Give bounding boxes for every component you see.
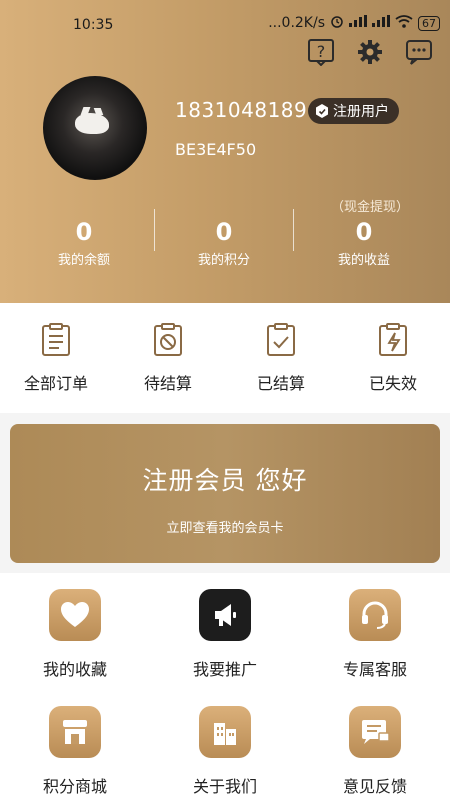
headset-icon (349, 589, 401, 641)
menu-label: 我的收藏 (42, 660, 107, 679)
order-tab-pending[interactable]: 待结算 (118, 323, 218, 394)
alarm-icon (330, 14, 344, 32)
wifi-icon (395, 14, 413, 32)
order-tab-expired[interactable]: 已失效 (343, 323, 443, 394)
order-label: 全部订单 (23, 374, 88, 393)
member-card-banner[interactable]: 注册会员 您好 立即查看我的会员卡 (10, 424, 440, 563)
message-icon[interactable] (404, 37, 434, 67)
order-section: 全部订单 待结算 已结算 已失效 (0, 303, 450, 413)
menu-label: 专属客服 (342, 660, 407, 679)
svg-text:?: ? (317, 42, 326, 61)
menu-label: 关于我们 (192, 777, 257, 796)
settings-icon[interactable] (355, 37, 385, 67)
cash-withdraw-link[interactable]: （现金提现） (331, 196, 409, 215)
store-icon (49, 706, 101, 758)
menu-label: 我要推广 (192, 660, 257, 679)
signal-hd-icon (372, 15, 390, 31)
help-icon[interactable]: ? (306, 37, 336, 67)
order-list-icon (42, 323, 70, 356)
buildings-icon (199, 706, 251, 758)
stat-label: 我的余额 (57, 253, 110, 268)
banner-title: 注册会员 您好 (142, 466, 308, 495)
avatar-cat-image (75, 113, 109, 134)
feedback-icon (349, 706, 401, 758)
stat-earnings[interactable]: 0 我的收益 (289, 218, 439, 268)
profile-header: 10:35 ...0.2K/s 67 ? 18310481896 注册用户 BE… (0, 0, 450, 303)
status-time: 10:35 (73, 17, 114, 33)
menu-label: 意见反馈 (342, 777, 407, 796)
stat-points[interactable]: 0 我的积分 (149, 218, 299, 268)
user-phone: 18310481896 (175, 98, 321, 122)
signal-icon (349, 15, 367, 31)
stat-value: 0 (355, 218, 373, 246)
banner-subtitle: 立即查看我的会员卡 (166, 521, 284, 536)
order-tab-settled[interactable]: 已结算 (231, 323, 331, 394)
badge-label: 注册用户 (333, 104, 389, 120)
menu-favorites[interactable]: 我的收藏 (0, 589, 150, 680)
order-label: 已失效 (368, 374, 417, 393)
stat-label: 我的收益 (337, 253, 390, 268)
net-speed: ...0.2K/s (268, 15, 325, 31)
menu-label: 积分商城 (42, 777, 107, 796)
header-actions: ? (306, 37, 434, 67)
stat-balance[interactable]: 0 我的余额 (9, 218, 159, 268)
stat-value: 0 (215, 218, 233, 246)
battery-indicator: 67 (418, 15, 440, 31)
settled-icon (267, 323, 295, 356)
order-label: 已结算 (256, 374, 305, 393)
user-code: BE3E4F50 (175, 140, 257, 159)
menu-feedback[interactable]: 意见反馈 (300, 706, 450, 797)
order-label: 待结算 (143, 374, 192, 393)
status-indicators: ...0.2K/s 67 (268, 14, 440, 32)
avatar[interactable] (43, 76, 147, 180)
badge-icon (316, 104, 328, 118)
megaphone-icon (199, 589, 251, 641)
menu-customer-service[interactable]: 专属客服 (300, 589, 450, 680)
stat-value: 0 (75, 218, 93, 246)
heart-icon (49, 589, 101, 641)
stat-label: 我的积分 (197, 253, 250, 268)
menu-about-us[interactable]: 关于我们 (150, 706, 300, 797)
expired-icon (379, 323, 407, 356)
menu-points-mall[interactable]: 积分商城 (0, 706, 150, 797)
pending-icon (154, 323, 182, 356)
menu-promote[interactable]: 我要推广 (150, 589, 300, 680)
status-bar: 10:35 ...0.2K/s 67 (0, 0, 450, 40)
member-status-badge[interactable]: 注册用户 (308, 98, 399, 124)
order-tab-all[interactable]: 全部订单 (6, 323, 106, 394)
